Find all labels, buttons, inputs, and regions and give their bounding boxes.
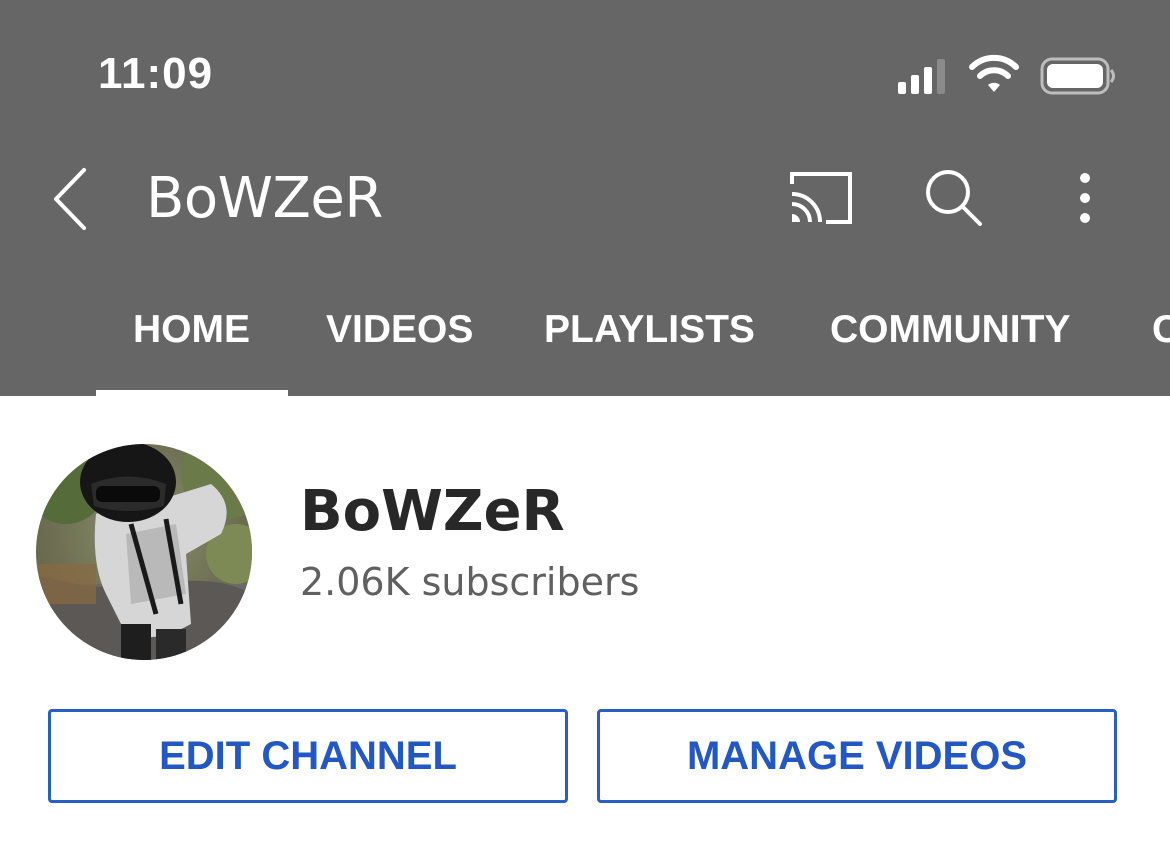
search-icon[interactable] <box>922 166 986 230</box>
status-time: 11:09 <box>98 49 214 98</box>
tab-home[interactable]: HOME <box>133 308 250 352</box>
avatar[interactable] <box>36 444 252 660</box>
channel-name: BoWZeR <box>300 479 565 544</box>
tab-videos[interactable]: VIDEOS <box>326 308 473 352</box>
avatar-image <box>36 444 252 660</box>
back-icon[interactable] <box>48 164 92 234</box>
selected-tab-indicator <box>96 390 288 396</box>
header: 11:09 BoWZeR HOME VIDEOS PLAYLISTS COMMU… <box>0 0 1170 396</box>
cast-icon[interactable] <box>788 170 854 226</box>
manage-videos-button[interactable]: MANAGE VIDEOS <box>597 709 1117 803</box>
tab-community[interactable]: COMMUNITY <box>830 308 1070 352</box>
app-bar-title: BoWZeR <box>146 166 383 231</box>
wifi-icon <box>969 54 1019 92</box>
youtube-channel-screen: 11:09 BoWZeR HOME VIDEOS PLAYLISTS COMMU… <box>0 0 1170 855</box>
tab-playlists[interactable]: PLAYLISTS <box>544 308 755 352</box>
edit-channel-button[interactable]: EDIT CHANNEL <box>48 709 568 803</box>
channel-tabs: HOME VIDEOS PLAYLISTS COMMUNITY C <box>0 296 1170 396</box>
tab-channels-partial[interactable]: C <box>1152 308 1170 352</box>
signal-icon <box>898 59 945 94</box>
subscriber-count: 2.06K subscribers <box>300 560 640 604</box>
battery-icon <box>1040 57 1115 95</box>
more-vert-icon[interactable] <box>1070 168 1100 228</box>
